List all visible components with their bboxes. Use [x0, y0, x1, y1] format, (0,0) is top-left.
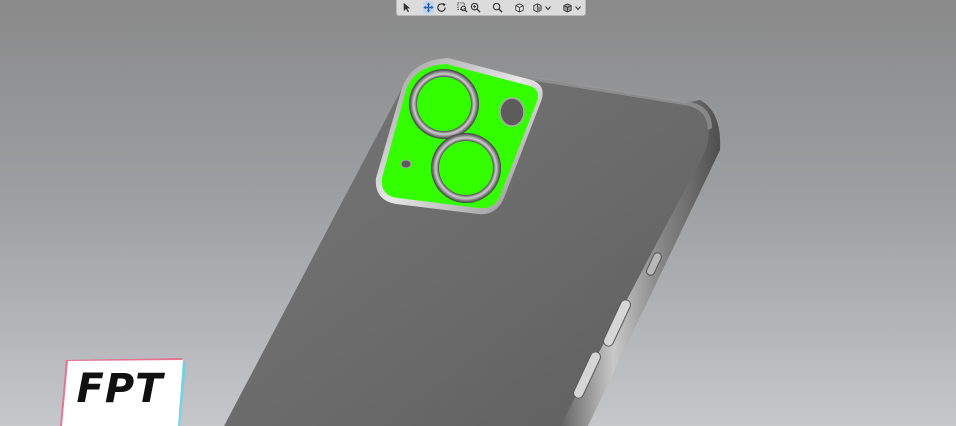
display-style-button[interactable]	[562, 1, 573, 14]
view-toolbar	[396, 0, 586, 16]
cursor-arrow-icon	[403, 2, 411, 13]
select-tool-button[interactable]	[401, 1, 412, 14]
chevron-down-icon	[545, 5, 552, 10]
section-view-button[interactable]	[532, 1, 543, 14]
standard-views-button[interactable]	[514, 1, 525, 14]
shaded-cube-icon	[563, 3, 572, 13]
watermark-text: FPT	[76, 366, 164, 412]
zoom-fit-icon	[493, 2, 503, 13]
zoom-window-button[interactable]	[457, 1, 468, 14]
section-view-dropdown[interactable]	[545, 1, 552, 14]
section-cube-icon	[533, 3, 542, 13]
pan-tool-button[interactable]	[422, 1, 434, 14]
zoom-fit-button[interactable]	[492, 1, 503, 14]
cube-view-icon	[515, 3, 524, 13]
chevron-down-icon	[575, 5, 581, 10]
zoom-tool-button[interactable]	[470, 1, 482, 14]
cad-viewport[interactable]: FPT	[0, 0, 956, 426]
rotate-icon	[437, 2, 446, 12]
camera-flash	[499, 97, 525, 127]
display-style-dropdown[interactable]	[575, 1, 581, 14]
camera-microphone	[400, 159, 412, 169]
fpt-watermark-logo: FPT	[56, 358, 186, 426]
orbit-tool-button[interactable]	[436, 1, 447, 14]
pan-arrows-icon	[423, 2, 434, 13]
zoom-magnifier-icon	[471, 2, 482, 13]
zoom-window-icon	[457, 2, 468, 13]
